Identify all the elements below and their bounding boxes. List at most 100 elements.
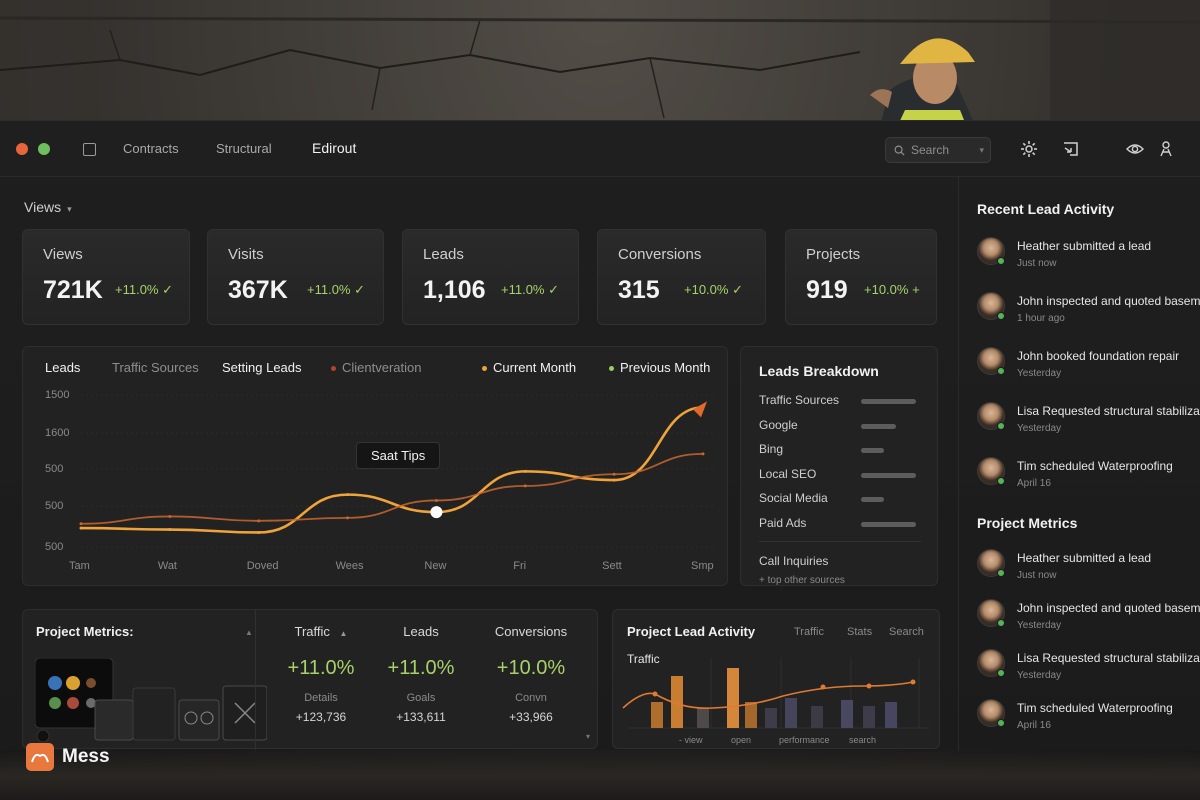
- trend-point: [866, 683, 872, 689]
- search-input[interactable]: Search ▾: [885, 137, 991, 163]
- panel-title: Project Metrics:: [36, 624, 134, 639]
- pin-icon[interactable]: [1157, 140, 1175, 158]
- breakdown-row-label[interactable]: Paid Ads: [759, 516, 806, 530]
- gear-icon[interactable]: [1020, 140, 1038, 158]
- stat-card-value: 919: [806, 276, 848, 304]
- views-dropdown[interactable]: Views ▾: [24, 199, 72, 215]
- chevron-down-icon[interactable]: ▾: [586, 732, 590, 741]
- stat-card-change-value: +10.0%: [864, 282, 909, 297]
- metric-column-leads: Leads +11.0% Goals +133,611: [361, 610, 481, 724]
- data-point: [257, 519, 261, 523]
- activity-text: Tim scheduled Waterproofing: [1017, 701, 1173, 715]
- leads-chart-panel: Leads Traffic Sources Setting Leads Clie…: [22, 346, 728, 586]
- divider: [759, 541, 921, 542]
- data-point: [257, 530, 261, 534]
- sort-icon[interactable]: ▲: [340, 629, 348, 638]
- online-status-icon: [997, 619, 1005, 627]
- metric-number: +33,966: [509, 710, 553, 724]
- search-placeholder: Search: [911, 143, 950, 157]
- avatar: [977, 699, 1005, 727]
- stat-card-projects[interactable]: Projects 919 +10.0% +: [785, 229, 937, 325]
- breakdown-row-label[interactable]: Local SEO: [759, 467, 816, 481]
- breakdown-row-label[interactable]: Traffic Sources: [759, 393, 839, 407]
- bar: [811, 706, 823, 728]
- online-status-icon: [997, 367, 1005, 375]
- stat-card-value: 367K: [228, 276, 288, 304]
- activity-item[interactable]: Lisa Requested structural stabilization Y…: [977, 649, 1200, 689]
- project-metrics-panel: Project Metrics: ▲ Traffic ▲ +11.0% Deta…: [22, 609, 598, 750]
- stat-card-change-value: +10.0%: [684, 282, 729, 297]
- views-dropdown-label: Views: [24, 199, 62, 215]
- stat-card-views[interactable]: Views 721K +11.0% ✓: [22, 229, 190, 325]
- dashboard-window: Contracts Structural Edirout Search ▾ Vi…: [0, 120, 1200, 751]
- brand-logo[interactable]: Mess: [26, 743, 110, 771]
- brand-name: Mess: [62, 746, 110, 767]
- activity-item[interactable]: Lisa Requested structural stabilization Y…: [977, 402, 1200, 442]
- close-window-button[interactable]: [16, 143, 28, 155]
- metric-value: +10.0%: [496, 657, 566, 679]
- online-status-icon: [997, 477, 1005, 485]
- x-tick-label: Sett: [602, 560, 622, 572]
- tab-contracts[interactable]: Contracts: [123, 141, 179, 156]
- concrete-wall: [0, 0, 1200, 125]
- stat-card-conversions[interactable]: Conversions 315 +10.0% ✓: [597, 229, 766, 325]
- metric-head-label: Traffic: [294, 624, 330, 639]
- data-point: [523, 469, 527, 473]
- breakdown-row-label[interactable]: Google: [759, 418, 798, 432]
- trend-point: [910, 679, 916, 685]
- breakdown-footer[interactable]: Call Inquiries: [759, 554, 828, 568]
- maximize-window-button[interactable]: [38, 143, 50, 155]
- data-point: [79, 526, 83, 530]
- leads-breakdown-panel: Leads Breakdown Traffic Sources Google Bin…: [740, 346, 938, 586]
- breakdown-row-label[interactable]: Bing: [759, 442, 783, 456]
- data-point: [346, 493, 350, 497]
- sidebar-toggle-icon[interactable]: [83, 143, 96, 156]
- activity-item[interactable]: John inspected and quoted basement Yester…: [977, 599, 1200, 639]
- panel-title: Leads Breakdown: [759, 363, 879, 379]
- avatar: [977, 599, 1005, 627]
- tab-structural[interactable]: Structural: [216, 141, 272, 156]
- breakdown-bar: [861, 521, 916, 527]
- online-status-icon: [997, 422, 1005, 430]
- stat-card-visits[interactable]: Visits 367K +11.0% ✓: [207, 229, 384, 325]
- trend-point: [652, 691, 658, 697]
- breakdown-bar: [861, 399, 916, 404]
- online-status-icon: [997, 669, 1005, 677]
- breakdown-row-label[interactable]: Social Media: [759, 491, 828, 505]
- activity-text: Lisa Requested structural stabilization: [1017, 651, 1200, 665]
- activity-time: Yesterday: [1017, 423, 1062, 434]
- stat-card-change: +11.0% ✓: [115, 282, 173, 298]
- tab-edirout[interactable]: Edirout: [312, 140, 356, 156]
- activity-item[interactable]: John booked foundation repair Yesterday: [977, 347, 1200, 387]
- activity-item[interactable]: John inspected and quoted basement 1 hour…: [977, 292, 1200, 332]
- footer-performance[interactable]: performance: [779, 735, 830, 745]
- activity-item[interactable]: Tim scheduled Waterproofing April 16: [977, 457, 1200, 497]
- avatar: [977, 549, 1005, 577]
- data-point: [79, 522, 83, 526]
- activity-text: John inspected and quoted basement: [1017, 601, 1200, 615]
- collapse-icon[interactable]: ▲: [245, 628, 253, 637]
- chart-tooltip: Saat Tips: [356, 442, 441, 469]
- activity-time: April 16: [1017, 478, 1051, 489]
- activity-text: John inspected and quoted basement: [1017, 294, 1200, 308]
- activity-item[interactable]: Heather submitted a lead Just now: [977, 549, 1200, 589]
- breakdown-bar: [861, 472, 916, 478]
- stat-card-change-value: +11.0%: [307, 282, 351, 297]
- footer-open[interactable]: open: [731, 735, 751, 745]
- avatar: [977, 237, 1005, 265]
- stat-card-change-value: +11.0%: [115, 282, 159, 297]
- footer-view[interactable]: - view: [679, 735, 703, 745]
- footer-search[interactable]: search: [849, 735, 876, 745]
- plus-icon: +: [912, 282, 920, 297]
- export-icon[interactable]: [1062, 140, 1080, 158]
- activity-time: Yesterday: [1017, 368, 1062, 379]
- activity-item[interactable]: Tim scheduled Waterproofing April 16: [977, 699, 1200, 739]
- check-icon: ✓: [732, 282, 743, 297]
- data-point: [612, 472, 616, 476]
- bar: [785, 698, 797, 728]
- activity-item[interactable]: Heather submitted a lead Just now: [977, 237, 1200, 277]
- series-line-current-month: [80, 406, 704, 534]
- stat-card-leads[interactable]: Leads 1,106 +11.0% ✓: [402, 229, 579, 325]
- breakdown-footer-sub[interactable]: + top other sources: [759, 575, 845, 586]
- eye-icon[interactable]: [1126, 140, 1144, 158]
